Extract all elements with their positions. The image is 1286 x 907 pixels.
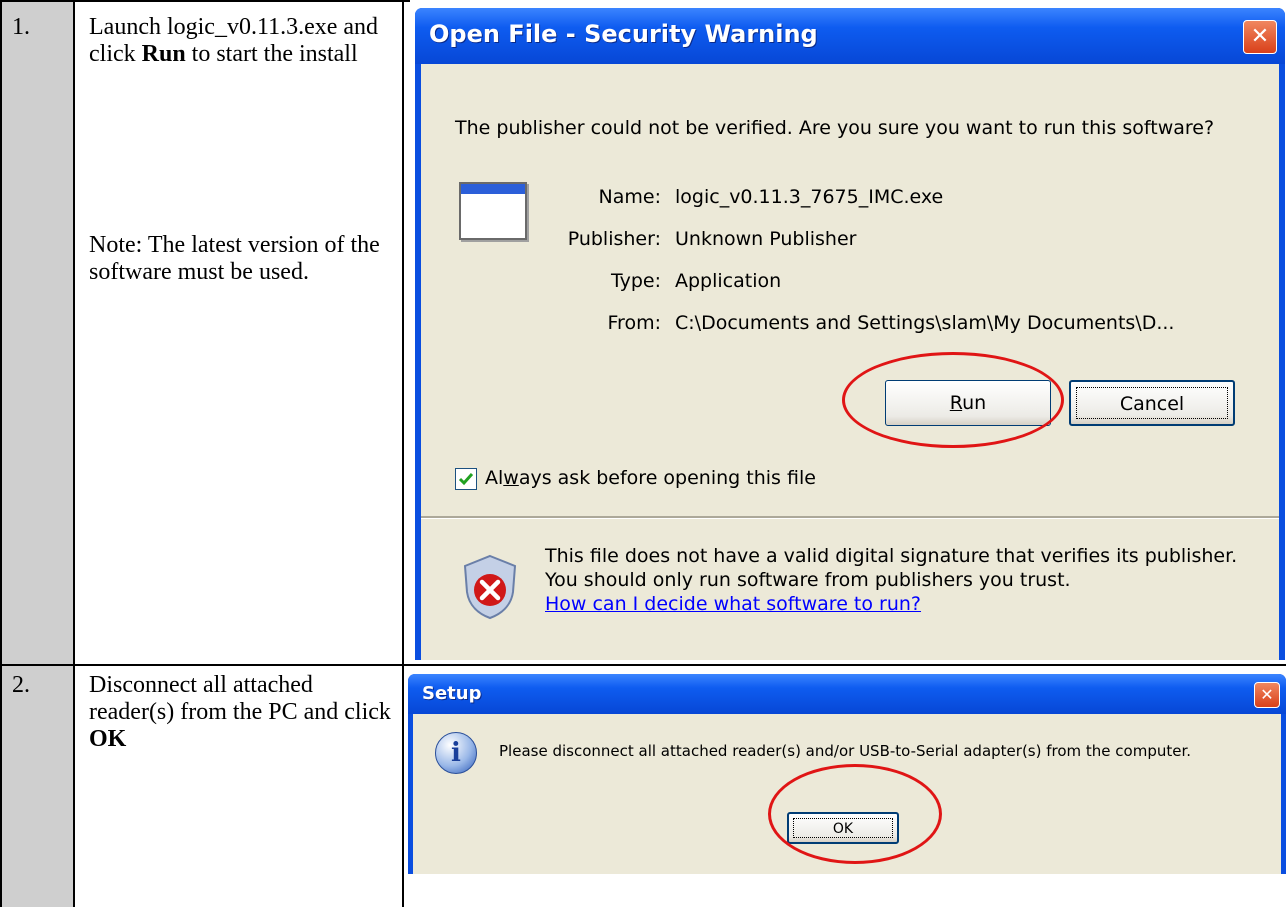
- publisher-question: The publisher could not be verified. Are…: [455, 117, 1215, 139]
- security-dialog-title: Open File - Security Warning: [429, 20, 818, 48]
- publisher-label: Publisher:: [567, 228, 661, 250]
- step-1-instruction: Launch logic_v0.11.3.exe and click Run t…: [89, 14, 379, 67]
- dialog-separator: [421, 516, 1279, 519]
- table-top-border: [0, 0, 410, 2]
- info-icon: i: [435, 732, 477, 774]
- setup-dialog-title: Setup: [422, 683, 482, 704]
- step-number-2: 2.: [12, 672, 30, 698]
- step-1-note: Note: The latest version of the software…: [89, 232, 380, 285]
- always-ask-label[interactable]: Always ask before opening this file: [485, 467, 816, 489]
- security-warning-dialog: Open File - Security Warning ✕ The publi…: [415, 8, 1285, 660]
- setup-dialog-titlebar[interactable]: Setup ✕: [408, 674, 1286, 714]
- type-value: Application: [675, 270, 782, 292]
- ok-highlight-circle: [768, 764, 942, 864]
- name-value: logic_v0.11.3_7675_IMC.exe: [675, 186, 944, 208]
- cancel-focus-rect: [1076, 387, 1228, 419]
- close-icon: ✕: [1260, 685, 1274, 704]
- disconnect-message: Please disconnect all attached reader(s)…: [499, 742, 1192, 760]
- security-dialog-close-button[interactable]: ✕: [1243, 20, 1277, 54]
- step-2-instruction: Disconnect all attached reader(s) from t…: [89, 672, 391, 752]
- from-label: From:: [607, 312, 661, 334]
- run-highlight-circle: [842, 352, 1064, 448]
- help-link[interactable]: How can I decide what software to run?: [545, 592, 921, 616]
- security-dialog-body: The publisher could not be verified. Are…: [421, 64, 1279, 660]
- publisher-value: Unknown Publisher: [675, 228, 857, 250]
- checkmark-icon: [458, 473, 474, 486]
- setup-dialog-close-button[interactable]: ✕: [1254, 682, 1280, 708]
- name-label: Name:: [598, 186, 661, 208]
- column-divider-2: [402, 0, 404, 907]
- close-icon: ✕: [1250, 24, 1270, 49]
- security-dialog-titlebar[interactable]: Open File - Security Warning ✕: [415, 8, 1285, 64]
- signature-warning-text: This file does not have a valid digital …: [545, 545, 1238, 591]
- cancel-button[interactable]: Cancel: [1069, 380, 1235, 426]
- column-divider-1: [73, 0, 75, 907]
- shield-error-icon: [463, 554, 517, 620]
- table-left-border: [0, 0, 2, 907]
- application-window-icon: [459, 182, 527, 240]
- always-ask-checkbox[interactable]: [455, 468, 477, 490]
- step-number-1: 1.: [12, 14, 30, 40]
- step-number-column: [0, 0, 73, 907]
- from-value: C:\Documents and Settings\slam\My Docume…: [675, 312, 1175, 334]
- row-divider: [0, 664, 1286, 666]
- type-label: Type:: [610, 270, 661, 292]
